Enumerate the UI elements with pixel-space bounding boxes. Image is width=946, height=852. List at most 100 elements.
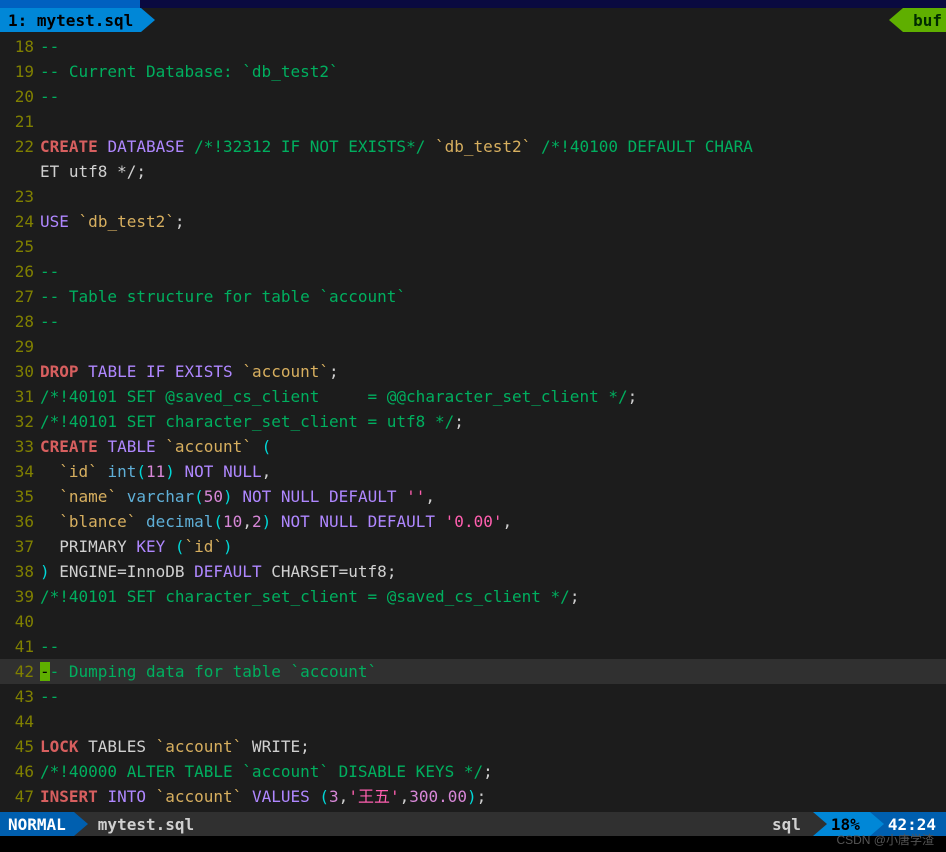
line-number: 28 bbox=[0, 309, 40, 334]
line-number: 20 bbox=[0, 84, 40, 109]
code-line[interactable]: 27-- Table structure for table `account` bbox=[0, 284, 946, 309]
bufferline: 1: mytest.sql buf bbox=[0, 8, 946, 32]
code-line[interactable]: 19-- Current Database: `db_test2` bbox=[0, 59, 946, 84]
code-line[interactable]: 22CREATE DATABASE /*!32312 IF NOT EXISTS… bbox=[0, 134, 946, 159]
watermark: CSDN @小唐学渣 bbox=[836, 831, 934, 848]
code-content: /*!40101 SET character_set_client = @sav… bbox=[40, 584, 946, 609]
line-number: 31 bbox=[0, 384, 40, 409]
code-line[interactable]: ET utf8 */; bbox=[0, 159, 946, 184]
code-line[interactable]: 18-- bbox=[0, 34, 946, 59]
code-content: /*!40000 ALTER TABLE `account` DISABLE K… bbox=[40, 759, 946, 784]
code-content: DROP TABLE IF EXISTS `account`; bbox=[40, 359, 946, 384]
code-content: -- Table structure for table `account` bbox=[40, 284, 946, 309]
code-content: ET utf8 */; bbox=[40, 159, 946, 184]
code-content: `id` int(11) NOT NULL, bbox=[40, 459, 946, 484]
code-content: LOCK TABLES `account` WRITE; bbox=[40, 734, 946, 759]
code-content: CREATE DATABASE /*!32312 IF NOT EXISTS*/… bbox=[40, 134, 946, 159]
code-line[interactable]: 38) ENGINE=InnoDB DEFAULT CHARSET=utf8; bbox=[0, 559, 946, 584]
remote-tab[interactable] bbox=[0, 0, 140, 8]
code-content bbox=[40, 609, 946, 634]
code-line[interactable]: 40 bbox=[0, 609, 946, 634]
line-number: 37 bbox=[0, 534, 40, 559]
code-content bbox=[40, 234, 946, 259]
window-chrome bbox=[0, 0, 946, 8]
code-line[interactable]: 43-- bbox=[0, 684, 946, 709]
code-content: -- bbox=[40, 34, 946, 59]
code-content: -- bbox=[40, 684, 946, 709]
line-number: 40 bbox=[0, 609, 40, 634]
code-content: ) ENGINE=InnoDB DEFAULT CHARSET=utf8; bbox=[40, 559, 946, 584]
code-content: PRIMARY KEY (`id`) bbox=[40, 534, 946, 559]
line-number: 43 bbox=[0, 684, 40, 709]
line-number: 39 bbox=[0, 584, 40, 609]
code-content bbox=[40, 709, 946, 734]
line-number: 21 bbox=[0, 109, 40, 134]
code-line[interactable]: 41-- bbox=[0, 634, 946, 659]
code-line[interactable]: 45LOCK TABLES `account` WRITE; bbox=[0, 734, 946, 759]
line-number: 27 bbox=[0, 284, 40, 309]
code-content: /*!40101 SET @saved_cs_client = @@charac… bbox=[40, 384, 946, 409]
code-line[interactable]: 28-- bbox=[0, 309, 946, 334]
code-content: /*!40101 SET character_set_client = utf8… bbox=[40, 409, 946, 434]
code-content: -- bbox=[40, 84, 946, 109]
code-line[interactable]: 21 bbox=[0, 109, 946, 134]
line-number: 30 bbox=[0, 359, 40, 384]
code-line[interactable]: 33CREATE TABLE `account` ( bbox=[0, 434, 946, 459]
code-line[interactable]: 20-- bbox=[0, 84, 946, 109]
code-line[interactable]: 26-- bbox=[0, 259, 946, 284]
code-content: -- bbox=[40, 634, 946, 659]
command-line-area[interactable] bbox=[0, 836, 946, 852]
code-content: -- bbox=[40, 309, 946, 334]
code-content: USE `db_test2`; bbox=[40, 209, 946, 234]
mode-segment: NORMAL bbox=[0, 812, 74, 836]
status-bar: NORMAL mytest.sql sql 18% 42:24 bbox=[0, 812, 946, 836]
line-number: 19 bbox=[0, 59, 40, 84]
code-line[interactable]: 29 bbox=[0, 334, 946, 359]
code-line[interactable]: 47INSERT INTO `account` VALUES (3,'王五',3… bbox=[0, 784, 946, 809]
cursor: - bbox=[40, 662, 50, 681]
line-number: 38 bbox=[0, 559, 40, 584]
code-line[interactable]: 24USE `db_test2`; bbox=[0, 209, 946, 234]
line-number: 29 bbox=[0, 334, 40, 359]
line-number: 18 bbox=[0, 34, 40, 59]
code-line[interactable]: 44 bbox=[0, 709, 946, 734]
line-number: 23 bbox=[0, 184, 40, 209]
code-content: CREATE TABLE `account` ( bbox=[40, 434, 946, 459]
code-line[interactable]: 46/*!40000 ALTER TABLE `account` DISABLE… bbox=[0, 759, 946, 784]
line-number: 47 bbox=[0, 784, 40, 809]
line-number: 25 bbox=[0, 234, 40, 259]
filetype-segment: sql bbox=[760, 812, 813, 836]
line-number: 44 bbox=[0, 709, 40, 734]
code-line[interactable]: 42-- Dumping data for table `account` bbox=[0, 659, 946, 684]
file-segment: mytest.sql bbox=[74, 812, 760, 836]
code-line[interactable]: 23 bbox=[0, 184, 946, 209]
line-number: 22 bbox=[0, 134, 40, 159]
line-number: 46 bbox=[0, 759, 40, 784]
code-content: -- bbox=[40, 259, 946, 284]
line-number: 41 bbox=[0, 634, 40, 659]
buffer-name: mytest.sql bbox=[37, 11, 133, 30]
code-content: INSERT INTO `account` VALUES (3,'王五',300… bbox=[40, 784, 946, 809]
code-line[interactable]: 31/*!40101 SET @saved_cs_client = @@char… bbox=[0, 384, 946, 409]
buffer-tab[interactable]: 1: mytest.sql bbox=[0, 8, 141, 32]
code-line[interactable]: 34 `id` int(11) NOT NULL, bbox=[0, 459, 946, 484]
code-line[interactable]: 30DROP TABLE IF EXISTS `account`; bbox=[0, 359, 946, 384]
code-content bbox=[40, 184, 946, 209]
code-line[interactable]: 35 `name` varchar(50) NOT NULL DEFAULT '… bbox=[0, 484, 946, 509]
code-content: -- Current Database: `db_test2` bbox=[40, 59, 946, 84]
code-content bbox=[40, 109, 946, 134]
line-number bbox=[0, 159, 40, 184]
buffer-indicator: buf bbox=[903, 8, 946, 32]
line-number: 26 bbox=[0, 259, 40, 284]
code-content: `name` varchar(50) NOT NULL DEFAULT '', bbox=[40, 484, 946, 509]
code-line[interactable]: 36 `blance` decimal(10,2) NOT NULL DEFAU… bbox=[0, 509, 946, 534]
line-number: 34 bbox=[0, 459, 40, 484]
code-line[interactable]: 32/*!40101 SET character_set_client = ut… bbox=[0, 409, 946, 434]
line-number: 24 bbox=[0, 209, 40, 234]
buffer-index: 1: bbox=[8, 11, 27, 30]
code-line[interactable]: 37 PRIMARY KEY (`id`) bbox=[0, 534, 946, 559]
code-line[interactable]: 25 bbox=[0, 234, 946, 259]
code-line[interactable]: 39/*!40101 SET character_set_client = @s… bbox=[0, 584, 946, 609]
code-content: -- Dumping data for table `account` bbox=[40, 659, 946, 684]
editor-area[interactable]: 18--19-- Current Database: `db_test2`20-… bbox=[0, 32, 946, 809]
